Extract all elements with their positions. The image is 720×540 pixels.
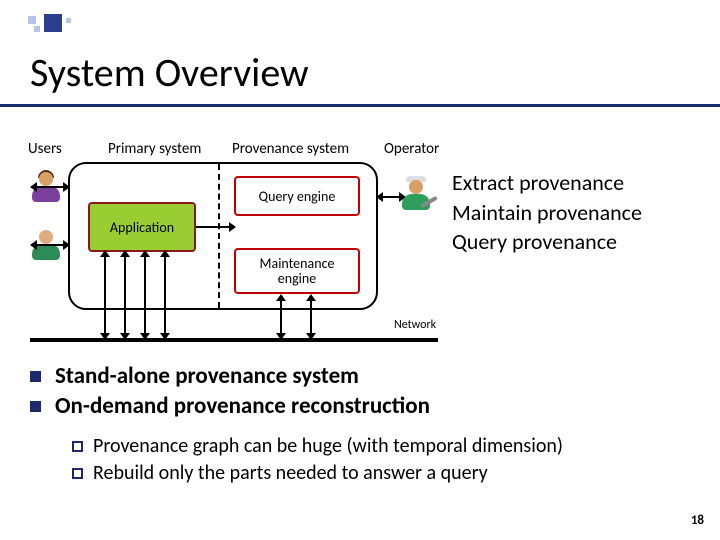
side-text: Extract provenance Maintain provenance Q…	[452, 168, 642, 257]
arrow-user1-app	[36, 186, 64, 188]
sub-bullet-icon	[72, 441, 83, 452]
query-engine-box: Query engine	[234, 176, 360, 216]
system-diagram: Application Query engine Maintenance eng…	[68, 162, 420, 312]
network-line	[30, 338, 438, 342]
label-users: Users	[28, 140, 62, 158]
side-line: Query provenance	[452, 227, 642, 257]
label-primary: Primary system	[108, 140, 201, 158]
title-rule	[0, 104, 720, 107]
side-line: Extract provenance	[452, 168, 642, 198]
label-operator: Operator	[384, 140, 439, 158]
bullet-icon	[30, 371, 41, 382]
bullet-text: Stand-alone provenance system	[55, 362, 359, 390]
panel-divider	[218, 164, 220, 308]
sub-bullet-text: Provenance graph can be huge (with tempo…	[93, 434, 563, 458]
main-bullets: Stand-alone provenance system On-demand …	[30, 362, 430, 422]
slide-decoration	[14, 14, 134, 38]
application-box: Application	[88, 202, 196, 252]
sub-bullet-icon	[72, 468, 83, 479]
bullet-text: On-demand provenance reconstruction	[55, 392, 430, 420]
maintenance-engine-box: Maintenance engine	[234, 248, 360, 294]
arrow-app-net-1	[104, 256, 106, 334]
arrow-maint-net-2	[310, 300, 312, 334]
network-label: Network	[394, 318, 436, 332]
sub-bullet-text: Rebuild only the parts needed to answer …	[93, 461, 488, 485]
slide-title: System Overview	[30, 48, 309, 97]
arrow-app-net-4	[164, 256, 166, 334]
arrow-user2-app	[36, 244, 64, 246]
label-provenance: Provenance system	[232, 140, 349, 158]
arrow-maint-net-1	[280, 300, 282, 334]
operator-icon	[398, 178, 434, 214]
arrow-app-to-prov	[196, 226, 230, 228]
arrow-app-net-2	[124, 256, 126, 334]
side-line: Maintain provenance	[452, 198, 642, 228]
arrow-app-net-3	[144, 256, 146, 334]
bullet-icon	[30, 401, 41, 412]
sub-bullets: Provenance graph can be huge (with tempo…	[72, 434, 563, 488]
page-number: 18	[691, 513, 704, 528]
